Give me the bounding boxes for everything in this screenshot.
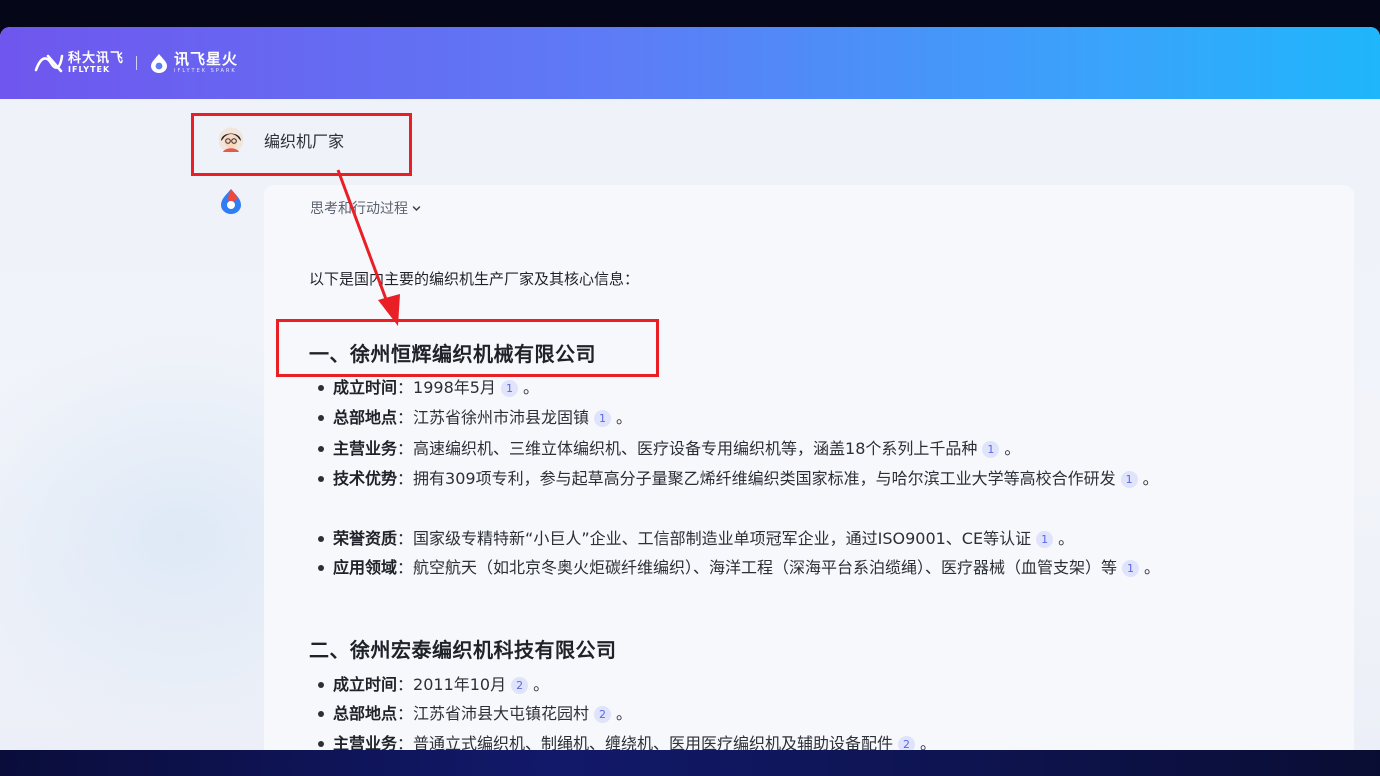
list-item: 总部地点：江苏省徐州市沛县龙固镇 1。 — [318, 405, 1308, 431]
bullet-dot — [318, 446, 324, 452]
item-sep: ： — [397, 408, 414, 427]
bullet-dot — [318, 536, 324, 542]
bullet-dot — [318, 741, 324, 747]
item-end: 。 — [1004, 439, 1021, 458]
bottom-dark-band — [0, 750, 1380, 776]
brand-iflytek-en: IFLYTEK — [68, 65, 111, 74]
list-item: 应用领域：航空航天（如北京冬奥火炬碳纤维编织）、海洋工程（深海平台系泊缆绳）、医… — [318, 555, 1308, 581]
item-sep: ： — [397, 529, 414, 548]
list-item: 技术优势：拥有309项专利，参与起草高分子量聚乙烯纤维编织类国家标准，与哈尔滨工… — [318, 466, 1308, 492]
item-end: 。 — [616, 408, 633, 427]
logo-divider — [136, 56, 138, 70]
brand-logo[interactable]: 科大讯飞 IFLYTEK 讯飞星火 IFLYTEK SPARK — [34, 50, 238, 76]
chevron-down-icon — [412, 205, 421, 211]
item-sep: ： — [397, 675, 414, 694]
top-dark-band — [0, 0, 1380, 28]
list-item: 成立时间：1998年5月 1。 — [318, 375, 1308, 401]
brand-iflytek-cn: 科大讯飞 — [68, 51, 125, 66]
bullet-dot — [318, 385, 324, 391]
brand-spark-en: IFLYTEK SPARK — [174, 68, 237, 74]
spark-bot-icon — [221, 189, 241, 214]
item-sep: ： — [397, 469, 414, 488]
item-text: 高速编织机、三维立体编织机、医疗设备专用编织机等，涵盖18个系列上千品种 — [413, 439, 978, 458]
bullet-dot — [318, 682, 324, 688]
section-title-2: 二、徐州宏泰编织机科技有限公司 — [309, 638, 617, 662]
annotation-box-user-message — [191, 113, 412, 176]
iflytek-logo-icon — [34, 54, 64, 73]
item-text: 江苏省徐州市沛县龙固镇 — [413, 408, 590, 427]
list-item: 总部地点：江苏省沛县大屯镇花园村 2。 — [318, 701, 1308, 727]
bullet-dot — [318, 415, 324, 421]
item-sep: ： — [397, 704, 414, 723]
citation-badge[interactable]: 1 — [1120, 471, 1138, 488]
brand-spark-cn: 讯飞星火 — [174, 50, 239, 68]
citation-badge[interactable]: 1 — [500, 380, 518, 397]
item-key: 应用领域 — [333, 558, 398, 577]
item-text: 2011年10月 — [413, 675, 507, 694]
citation-badge[interactable]: 1 — [1122, 560, 1140, 577]
item-end: 。 — [1144, 558, 1161, 577]
item-end: 。 — [1058, 529, 1075, 548]
spark-logo-icon — [151, 54, 168, 73]
item-key: 成立时间 — [333, 378, 398, 397]
item-text: 拥有309项专利，参与起草高分子量聚乙烯纤维编织类国家标准，与哈尔滨工业大学等高… — [413, 469, 1116, 488]
item-text: 航空航天（如北京冬奥火炬碳纤维编织）、海洋工程（深海平台系泊缆绳）、医疗器械（血… — [413, 558, 1118, 577]
item-text: 江苏省沛县大屯镇花园村 — [413, 704, 590, 723]
item-sep: ： — [397, 439, 414, 458]
item-key: 总部地点 — [333, 408, 398, 427]
citation-badge[interactable]: 2 — [511, 677, 529, 694]
item-sep: ： — [397, 378, 414, 397]
annotation-arrow — [336, 169, 400, 326]
list-item: 主营业务：高速编织机、三维立体编织机、医疗设备专用编织机等，涵盖18个系列上千品… — [318, 436, 1308, 462]
citation-badge[interactable]: 1 — [982, 441, 1000, 458]
item-key: 技术优势 — [333, 469, 398, 488]
citation-badge[interactable]: 2 — [594, 706, 612, 723]
header-bar: 科大讯飞 IFLYTEK 讯飞星火 IFLYTEK SPARK — [0, 27, 1380, 99]
item-key: 成立时间 — [333, 675, 398, 694]
item-end: 。 — [1142, 469, 1159, 488]
item-key: 主营业务 — [333, 439, 398, 458]
item-text: 1998年5月 — [413, 378, 496, 397]
item-key: 总部地点 — [333, 704, 398, 723]
bullet-dot — [318, 565, 324, 571]
item-end: 。 — [533, 675, 550, 694]
list-item: 成立时间：2011年10月 2。 — [318, 672, 1308, 698]
list-item: 荣誉资质：国家级专精特新“小巨人”企业、工信部制造业单项冠军企业，通过ISO90… — [318, 526, 1308, 552]
item-sep: ： — [397, 558, 414, 577]
bullet-dot — [318, 476, 324, 482]
item-key: 荣誉资质 — [333, 529, 398, 548]
bullet-dot — [318, 711, 324, 717]
item-text: 国家级专精特新“小巨人”企业、工信部制造业单项冠军企业，通过ISO9001、CE… — [413, 529, 1032, 548]
citation-badge[interactable]: 1 — [1036, 531, 1054, 548]
item-end: 。 — [522, 378, 539, 397]
item-end: 。 — [616, 704, 633, 723]
citation-badge[interactable]: 1 — [594, 410, 612, 427]
